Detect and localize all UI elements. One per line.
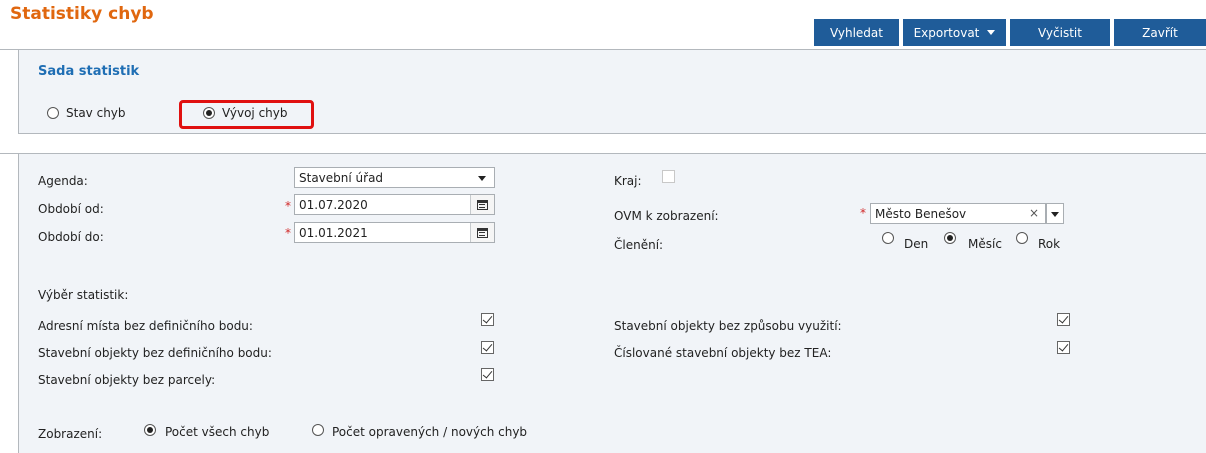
calendar-icon <box>477 227 488 238</box>
search-button[interactable]: Vyhledat <box>814 19 899 46</box>
period-to-input[interactable]: 01.01.2021 <box>294 222 495 243</box>
chevron-down-icon <box>987 30 996 35</box>
region-label: Kraj: <box>614 174 642 188</box>
radio-label-all-errors: Počet všech chyb <box>165 425 270 439</box>
radio-label-fixed-new-errors: Počet opravených / nových chyb <box>332 425 528 439</box>
period-from-value: 01.07.2020 <box>299 198 368 212</box>
ovm-input[interactable]: Město Benešov × <box>870 203 1046 224</box>
radio-label-stav-chyb: Stav chyb <box>66 106 126 120</box>
required-mark: * <box>860 206 866 220</box>
stat-label: Stavební objekty bez parcely: <box>38 373 216 387</box>
stat-checkbox[interactable] <box>1057 313 1070 326</box>
region-checkbox[interactable] <box>662 170 675 183</box>
radio-rok[interactable] <box>1016 232 1028 244</box>
filters-panel <box>18 153 1206 453</box>
section-title: Sada statistik <box>38 64 140 79</box>
stat-label: Stavební objekty bez definičního bodu: <box>38 346 272 360</box>
radio-all-errors[interactable] <box>144 424 156 436</box>
radio-fixed-new-errors[interactable] <box>312 424 324 436</box>
ovm-dropdown-button[interactable] <box>1046 203 1064 224</box>
radio-vyvoj-chyb[interactable] <box>203 107 215 119</box>
clear-button[interactable]: Vyčistit <box>1010 19 1110 46</box>
divider <box>0 153 18 154</box>
stat-checkbox[interactable] <box>481 313 494 326</box>
divider <box>0 49 18 50</box>
period-to-label: Období do: <box>38 230 104 244</box>
stat-checkbox[interactable] <box>1057 341 1070 354</box>
required-mark: * <box>285 199 291 213</box>
stat-label: Adresní místa bez definičního bodu: <box>38 319 253 333</box>
chevron-down-icon <box>478 176 486 181</box>
period-to-value: 01.01.2021 <box>299 226 368 240</box>
display-label: Zobrazení: <box>38 427 103 441</box>
breakdown-label: Členění: <box>614 238 664 252</box>
radio-label-vyvoj-chyb: Vývoj chyb <box>222 106 288 120</box>
radio-stav-chyb[interactable] <box>47 107 59 119</box>
period-from-label: Období od: <box>38 202 104 216</box>
ovm-label: OVM k zobrazení: <box>614 209 719 223</box>
period-from-input[interactable]: 01.07.2020 <box>294 194 495 215</box>
calendar-icon <box>477 199 488 210</box>
calendar-button[interactable] <box>470 195 494 214</box>
radio-label-rok: Rok <box>1038 237 1061 251</box>
radio-label-den: Den <box>904 237 929 251</box>
radio-den[interactable] <box>882 232 894 244</box>
clear-icon[interactable]: × <box>1029 206 1039 220</box>
close-button[interactable]: Zavřít <box>1114 19 1206 46</box>
page-title: Statistiky chyb <box>10 4 154 24</box>
agenda-value: Stavební úřad <box>299 171 384 185</box>
radio-label-mesic: Měsíc <box>968 237 1002 251</box>
export-button[interactable]: Exportovat <box>903 19 1006 46</box>
calendar-button[interactable] <box>470 223 494 242</box>
agenda-select[interactable]: Stavební úřad <box>294 167 495 188</box>
stats-selection-title: Výběr statistik: <box>38 288 129 302</box>
radio-mesic[interactable] <box>944 232 956 244</box>
stat-label: Stavební objekty bez způsobu využití: <box>614 319 842 333</box>
stat-label: Číslované stavební objekty bez TEA: <box>614 346 832 360</box>
required-mark: * <box>285 226 291 240</box>
stat-checkbox[interactable] <box>481 368 494 381</box>
chevron-down-icon <box>1051 212 1059 217</box>
ovm-value: Město Benešov <box>875 207 967 221</box>
agenda-label: Agenda: <box>38 174 88 188</box>
stat-checkbox[interactable] <box>481 341 494 354</box>
